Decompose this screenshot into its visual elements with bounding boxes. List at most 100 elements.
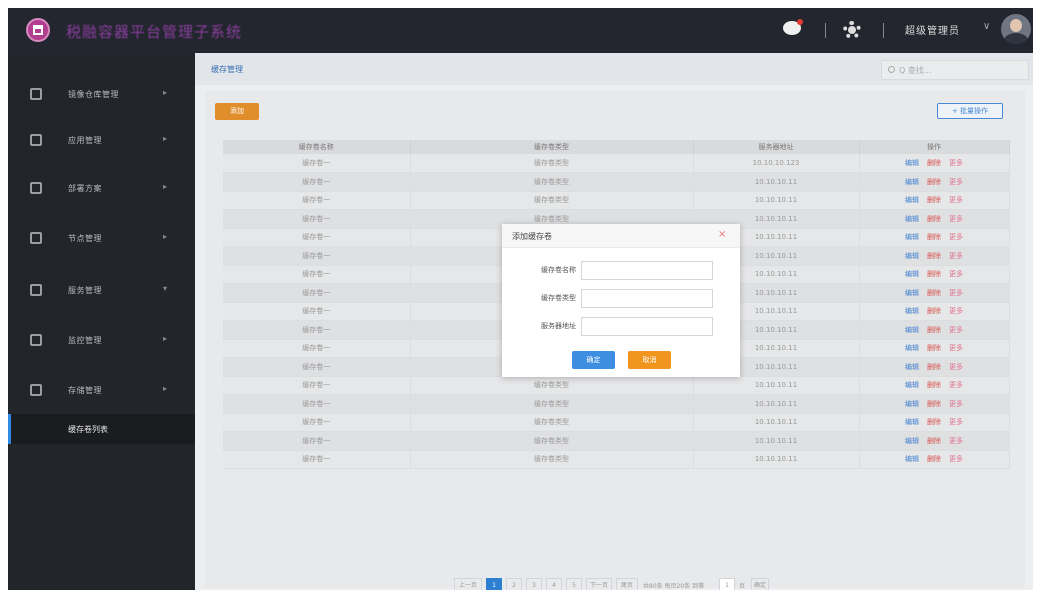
edit-link[interactable]: 编辑 (905, 381, 919, 389)
page-button[interactable]: 5 (566, 578, 582, 590)
delete-link[interactable]: 删除 (927, 344, 941, 352)
delete-link[interactable]: 删除 (927, 196, 941, 204)
batch-action-button[interactable]: + 批量操作 (937, 103, 1003, 119)
sidebar-item-deploy[interactable]: 部署方案 ▸ (8, 177, 195, 201)
page-button[interactable]: 4 (546, 578, 562, 590)
confirm-button[interactable]: 确定 (572, 351, 615, 369)
more-link[interactable]: 更多 (949, 455, 963, 463)
delete-link[interactable]: 删除 (927, 437, 941, 445)
close-icon[interactable]: × (718, 229, 726, 240)
row-actions: 编辑 删除 更多 (859, 246, 1010, 266)
go-page-button[interactable]: 确定 (751, 578, 769, 590)
next-page-button[interactable]: 下一页 (586, 578, 612, 590)
delete-link[interactable]: 删除 (927, 270, 941, 278)
sidebar-item-monitor[interactable]: 监控管理 ▸ (8, 329, 195, 353)
row-actions: 编辑 删除 更多 (859, 302, 1010, 321)
edit-link[interactable]: 编辑 (905, 289, 919, 297)
row-actions: 编辑 删除 更多 (859, 209, 1010, 229)
edit-link[interactable]: 编辑 (905, 215, 919, 223)
last-page-button[interactable]: 尾页 (616, 578, 638, 590)
edit-link[interactable]: 编辑 (905, 326, 919, 334)
table-cell: 缓存卷一 (223, 154, 411, 173)
edit-link[interactable]: 编辑 (905, 178, 919, 186)
edit-link[interactable]: 编辑 (905, 437, 919, 445)
more-link[interactable]: 更多 (949, 159, 963, 167)
prev-page-button[interactable]: 上一页 (454, 578, 482, 590)
sidebar-item-services[interactable]: 服务管理 ▾ (8, 279, 195, 303)
delete-link[interactable]: 删除 (927, 363, 941, 371)
sidebar-item-registry[interactable]: 镜像仓库管理 ▸ (8, 83, 195, 107)
page-button[interactable]: 3 (526, 578, 542, 590)
avatar[interactable] (1001, 14, 1031, 44)
delete-link[interactable]: 删除 (927, 455, 941, 463)
sidebar-item-storage[interactable]: 存储管理 ▸ (8, 379, 195, 403)
more-link[interactable]: 更多 (949, 437, 963, 445)
delete-link[interactable]: 删除 (927, 233, 941, 241)
row-actions: 编辑 删除 更多 (859, 191, 1010, 210)
table-cell: 10.10.10.123 (693, 154, 860, 173)
more-link[interactable]: 更多 (949, 418, 963, 426)
delete-link[interactable]: 删除 (927, 307, 941, 315)
more-link[interactable]: 更多 (949, 215, 963, 223)
more-link[interactable]: 更多 (949, 363, 963, 371)
edit-link[interactable]: 编辑 (905, 270, 919, 278)
delete-link[interactable]: 删除 (927, 326, 941, 334)
sidebar-item-label: 节点管理 (68, 234, 102, 243)
node-icon (30, 232, 42, 244)
edit-link[interactable]: 编辑 (905, 363, 919, 371)
server-address-field[interactable] (581, 317, 713, 336)
sidebar-subitem-cache-list[interactable]: 缓存卷列表 (8, 414, 195, 444)
cancel-button[interactable]: 取消 (628, 351, 671, 369)
edit-link[interactable]: 编辑 (905, 159, 919, 167)
delete-link[interactable]: 删除 (927, 215, 941, 223)
sidebar-item-apps[interactable]: 应用管理 ▸ (8, 129, 195, 153)
edit-link[interactable]: 编辑 (905, 252, 919, 260)
chevron-down-icon[interactable]: ∨ (983, 21, 990, 32)
volume-name-field[interactable] (581, 261, 713, 280)
sidebar-item-nodes[interactable]: 节点管理 ▸ (8, 227, 195, 251)
edit-link[interactable]: 编辑 (905, 418, 919, 426)
edit-link[interactable]: 编辑 (905, 233, 919, 241)
table-cell: 缓存卷类型 (410, 376, 694, 395)
page-button[interactable]: 2 (506, 578, 522, 590)
edit-link[interactable]: 编辑 (905, 400, 919, 408)
chevron-down-icon: ▾ (163, 284, 168, 293)
delete-link[interactable]: 删除 (927, 289, 941, 297)
delete-link[interactable]: 删除 (927, 381, 941, 389)
user-name[interactable]: 超级管理员 (905, 22, 975, 37)
page-button[interactable]: 1 (486, 578, 502, 590)
add-button[interactable]: 添加 (215, 103, 259, 120)
more-link[interactable]: 更多 (949, 326, 963, 334)
row-actions: 编辑 删除 更多 (859, 376, 1010, 395)
more-link[interactable]: 更多 (949, 344, 963, 352)
table-cell: 缓存卷一 (223, 320, 411, 340)
more-link[interactable]: 更多 (949, 381, 963, 389)
edit-link[interactable]: 编辑 (905, 307, 919, 315)
more-link[interactable]: 更多 (949, 289, 963, 297)
more-link[interactable]: 更多 (949, 196, 963, 204)
more-link[interactable]: 更多 (949, 270, 963, 278)
delete-link[interactable]: 删除 (927, 178, 941, 186)
edit-link[interactable]: 编辑 (905, 455, 919, 463)
delete-link[interactable]: 删除 (927, 418, 941, 426)
delete-link[interactable]: 删除 (927, 400, 941, 408)
row-actions: 编辑 删除 更多 (859, 320, 1010, 340)
page-number-input[interactable]: 1 (719, 578, 735, 590)
notification-dot (797, 19, 803, 25)
more-link[interactable]: 更多 (949, 252, 963, 260)
more-link[interactable]: 更多 (949, 400, 963, 408)
more-link[interactable]: 更多 (949, 233, 963, 241)
field-label: 缓存卷名称 (541, 266, 576, 274)
edit-link[interactable]: 编辑 (905, 344, 919, 352)
home-logo-icon[interactable] (26, 18, 50, 42)
more-link[interactable]: 更多 (949, 178, 963, 186)
delete-link[interactable]: 删除 (927, 252, 941, 260)
search-input[interactable]: Q 查找... (881, 60, 1029, 80)
table-row: 缓存卷一 缓存卷类型 10.10.10.123 编辑 删除 更多 (223, 154, 1010, 173)
edit-link[interactable]: 编辑 (905, 196, 919, 204)
storage-icon (30, 384, 42, 396)
breadcrumb[interactable]: 缓存管理 (211, 64, 243, 75)
volume-type-field[interactable] (581, 289, 713, 308)
delete-link[interactable]: 删除 (927, 159, 941, 167)
more-link[interactable]: 更多 (949, 307, 963, 315)
